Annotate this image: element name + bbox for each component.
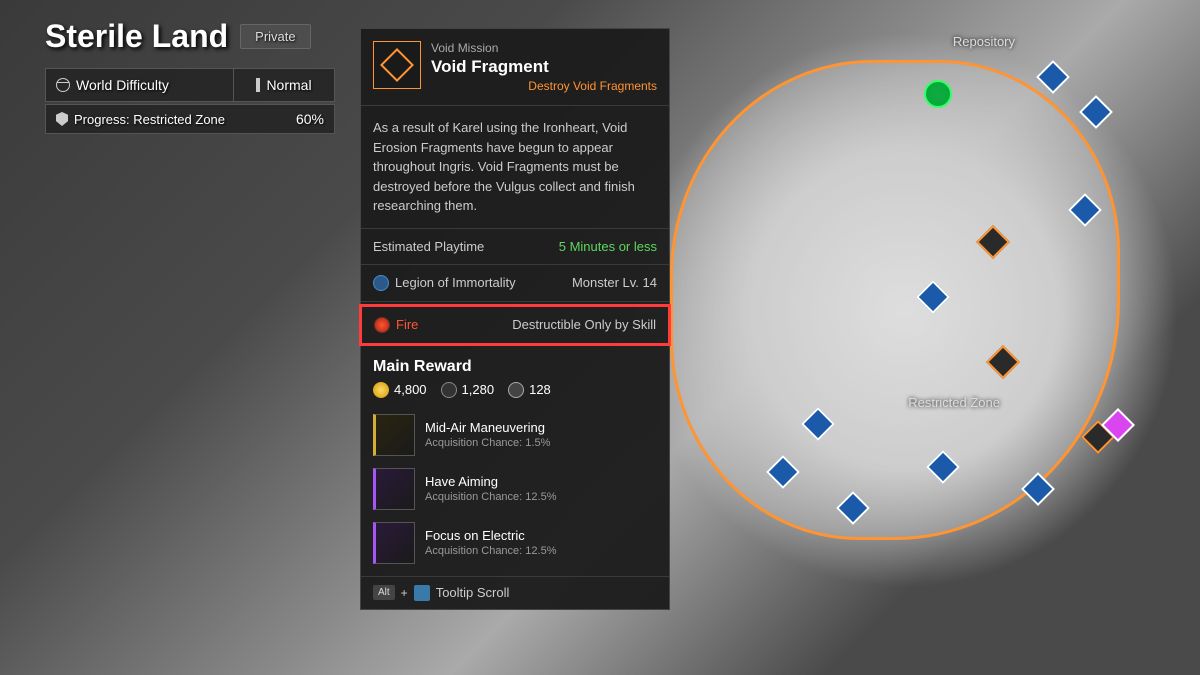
reward-name: Focus on Electric [425, 528, 657, 543]
mission-icon [373, 41, 421, 89]
playtime-label: Estimated Playtime [373, 239, 484, 254]
mission-header: Void Mission Void Fragment Destroy Void … [361, 29, 669, 106]
faction-name: Legion of Immortality [395, 275, 516, 290]
globe-icon [56, 78, 70, 92]
gear-icon [508, 382, 524, 398]
faction-icon [373, 275, 389, 291]
mission-description: As a result of Karel using the Ironheart… [361, 106, 669, 229]
region-header: Sterile Land Private [45, 18, 311, 55]
difficulty-value: Normal [266, 77, 311, 93]
zone-boundary [670, 60, 1120, 540]
faction-row: Legion of Immortality Monster Lv. 14 [361, 265, 669, 302]
progress-label: Progress: Restricted Zone [74, 112, 225, 127]
mission-panel: Void Mission Void Fragment Destroy Void … [360, 28, 670, 610]
element-note: Destructible Only by Skill [512, 317, 656, 332]
reward-item[interactable]: Mid-Air Maneuvering Acquisition Chance: 1… [361, 408, 669, 462]
element-row-highlighted: Fire Destructible Only by Skill [359, 304, 671, 346]
privacy-badge[interactable]: Private [240, 24, 310, 49]
progress-row: Progress: Restricted Zone 60% [45, 104, 335, 134]
reward-chance: Acquisition Chance: 1.5% [425, 437, 657, 449]
currency-gear: 128 [508, 382, 551, 398]
bar-icon [256, 78, 260, 92]
currency-xp: 1,280 [441, 382, 495, 398]
reward-name: Have Aiming [425, 474, 657, 489]
reward-item[interactable]: Have Aiming Acquisition Chance: 12.5% [361, 462, 669, 516]
gold-icon [373, 382, 389, 398]
playtime-row: Estimated Playtime 5 Minutes or less [361, 229, 669, 265]
panel-footer: Alt + Tooltip Scroll [361, 576, 669, 609]
reward-chance: Acquisition Chance: 12.5% [425, 545, 657, 557]
reward-header: Main Reward [361, 348, 669, 382]
reward-name: Mid-Air Maneuvering [425, 420, 657, 435]
fire-icon [374, 317, 390, 333]
map-marker-waypoint[interactable] [924, 80, 952, 108]
map-label-repository: Repository [953, 34, 1015, 49]
mission-subtitle: Destroy Void Fragments [431, 79, 657, 93]
element-name: Fire [396, 317, 418, 332]
mission-category: Void Mission [431, 41, 657, 55]
reward-chance: Acquisition Chance: 12.5% [425, 491, 657, 503]
difficulty-row[interactable]: World Difficulty Normal [45, 68, 335, 102]
playtime-value: 5 Minutes or less [559, 239, 657, 254]
currency-row: 4,800 1,280 128 [361, 382, 669, 408]
stats-panel: World Difficulty Normal Progress: Restri… [45, 68, 335, 134]
mission-title: Void Fragment [431, 57, 657, 77]
reward-icon [373, 522, 415, 564]
xp-icon [441, 382, 457, 398]
shield-icon [56, 112, 68, 126]
currency-gold: 4,800 [373, 382, 427, 398]
region-title: Sterile Land [45, 18, 228, 55]
progress-value: 60% [264, 111, 334, 127]
scroll-icon [414, 585, 430, 601]
map-label-restricted: Restricted Zone [908, 395, 1000, 410]
difficulty-label: World Difficulty [76, 77, 169, 93]
reward-icon [373, 414, 415, 456]
alt-key-hint: Alt [373, 585, 395, 600]
reward-icon [373, 468, 415, 510]
footer-text: Tooltip Scroll [436, 585, 510, 600]
monster-level: Monster Lv. 14 [572, 275, 657, 290]
reward-item[interactable]: Focus on Electric Acquisition Chance: 12.… [361, 516, 669, 570]
plus-icon: + [401, 586, 408, 600]
